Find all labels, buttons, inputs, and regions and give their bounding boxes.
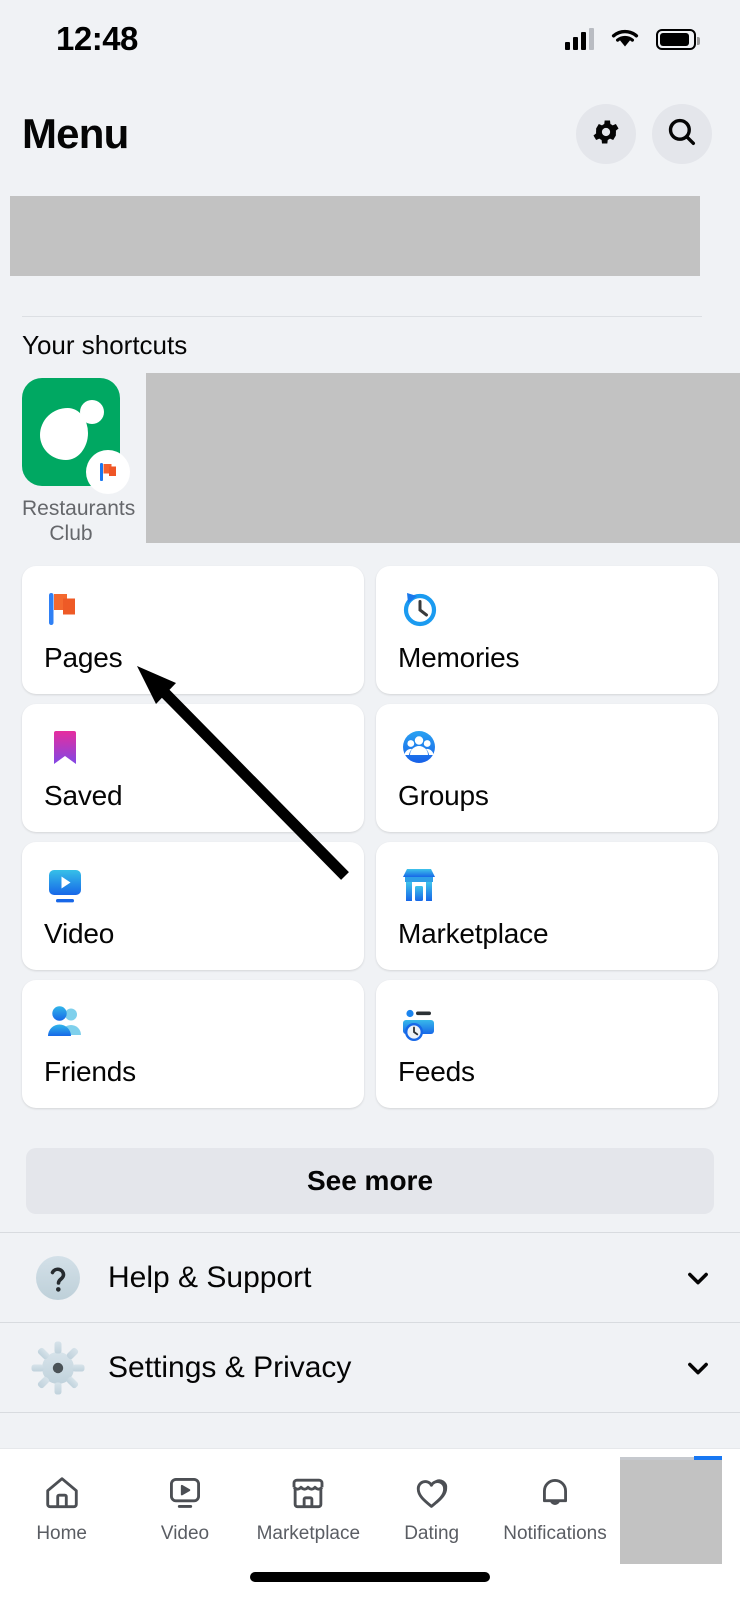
battery-icon <box>656 28 700 50</box>
phone-screen: 12:48 Menu Your shortcuts Restaurants Cl… <box>0 0 740 1600</box>
grid-card-saved[interactable]: Saved <box>22 704 364 832</box>
flag-badge-icon <box>86 450 130 494</box>
gear-icon <box>590 116 622 153</box>
accordion-row-label: Help & Support <box>108 1261 312 1294</box>
chevron-down-icon[interactable] <box>684 1354 712 1382</box>
wifi-icon <box>608 25 642 54</box>
marketplace-store-icon <box>398 864 440 906</box>
cellular-signal-icon <box>565 28 594 50</box>
storefront-icon <box>286 1471 330 1515</box>
groups-people-icon <box>398 726 440 768</box>
grid-card-label: Marketplace <box>398 918 549 949</box>
tab-marketplace[interactable]: Marketplace <box>247 1471 370 1545</box>
grid-card-marketplace[interactable]: Marketplace <box>376 842 718 970</box>
tab-home[interactable]: Home <box>0 1471 123 1545</box>
tab-label: Marketplace <box>256 1523 361 1544</box>
grid-card-memories[interactable]: Memories <box>376 566 718 694</box>
avatar-blob-small <box>80 400 104 424</box>
grid-card-label: Memories <box>398 642 520 673</box>
grid-card-label: Saved <box>44 780 123 811</box>
accordion-row-help-support[interactable]: Help & Support <box>0 1234 740 1322</box>
redacted-tab-avatar <box>620 1460 722 1564</box>
tab-label: Dating <box>404 1523 460 1544</box>
restaurants-club-avatar <box>22 378 130 494</box>
chevron-down-icon[interactable] <box>684 1264 712 1292</box>
video-play-icon <box>44 864 86 906</box>
bell-icon <box>533 1471 577 1515</box>
grid-card-label: Friends <box>44 1056 136 1087</box>
feeds-card-clock-icon <box>398 1002 440 1044</box>
question-mark-icon <box>30 1250 86 1306</box>
page-title: Menu <box>22 110 129 157</box>
tab-notifications[interactable]: Notifications <box>493 1471 616 1545</box>
video-icon <box>163 1471 207 1515</box>
redacted-banner <box>10 196 700 276</box>
status-bar-time: 12:48 <box>56 20 138 57</box>
pages-flag-icon <box>44 588 86 630</box>
see-more-button[interactable]: See more <box>26 1148 714 1214</box>
app-header: Menu <box>0 78 740 190</box>
header-actions <box>576 104 712 164</box>
grid-card-feeds[interactable]: Feeds <box>376 980 718 1108</box>
grid-card-label: Groups <box>398 780 489 811</box>
grid-card-label: Pages <box>44 642 123 673</box>
grid-card-label: Feeds <box>398 1056 475 1087</box>
settings-button[interactable] <box>576 104 636 164</box>
tab-dating[interactable]: Dating <box>370 1471 493 1545</box>
grid-card-groups[interactable]: Groups <box>376 704 718 832</box>
grid-card-friends[interactable]: Friends <box>22 980 364 1108</box>
tab-label: Video <box>160 1523 210 1544</box>
status-bar-indicators <box>565 25 700 54</box>
memories-clock-icon <box>398 588 440 630</box>
search-icon <box>665 115 699 154</box>
home-indicator-bar <box>250 1572 490 1582</box>
grid-card-video[interactable]: Video <box>22 842 364 970</box>
menu-grid: Pages Memories Saved Groups Video Market… <box>22 566 718 1108</box>
search-button[interactable] <box>652 104 712 164</box>
tab-label: Notifications <box>503 1523 607 1544</box>
section-divider <box>22 316 702 317</box>
shortcut-item-label: Restaurants Club <box>22 497 136 545</box>
tab-video[interactable]: Video <box>123 1471 246 1545</box>
shortcuts-section-title: Your shortcuts <box>22 330 188 360</box>
shortcut-item-restaurants-club[interactable]: Restaurants Club <box>22 378 136 546</box>
grid-card-pages[interactable]: Pages <box>22 566 364 694</box>
accordion-row-label: Settings & Privacy <box>108 1351 352 1384</box>
gear-icon <box>30 1340 86 1396</box>
tab-label: Home <box>36 1523 87 1544</box>
status-bar: 12:48 <box>0 0 740 78</box>
accordion-separator-bottom <box>0 1412 740 1413</box>
home-icon <box>40 1471 84 1515</box>
friends-people-icon <box>44 1002 86 1044</box>
dating-hearts-icon <box>410 1471 454 1515</box>
redacted-shortcut-area <box>146 373 740 543</box>
accordion-separator-top <box>0 1232 740 1233</box>
saved-bookmark-icon <box>44 726 86 768</box>
accordion-row-settings-privacy[interactable]: Settings & Privacy <box>0 1324 740 1412</box>
grid-card-label: Video <box>44 918 115 949</box>
accordion-separator-middle <box>0 1322 740 1323</box>
